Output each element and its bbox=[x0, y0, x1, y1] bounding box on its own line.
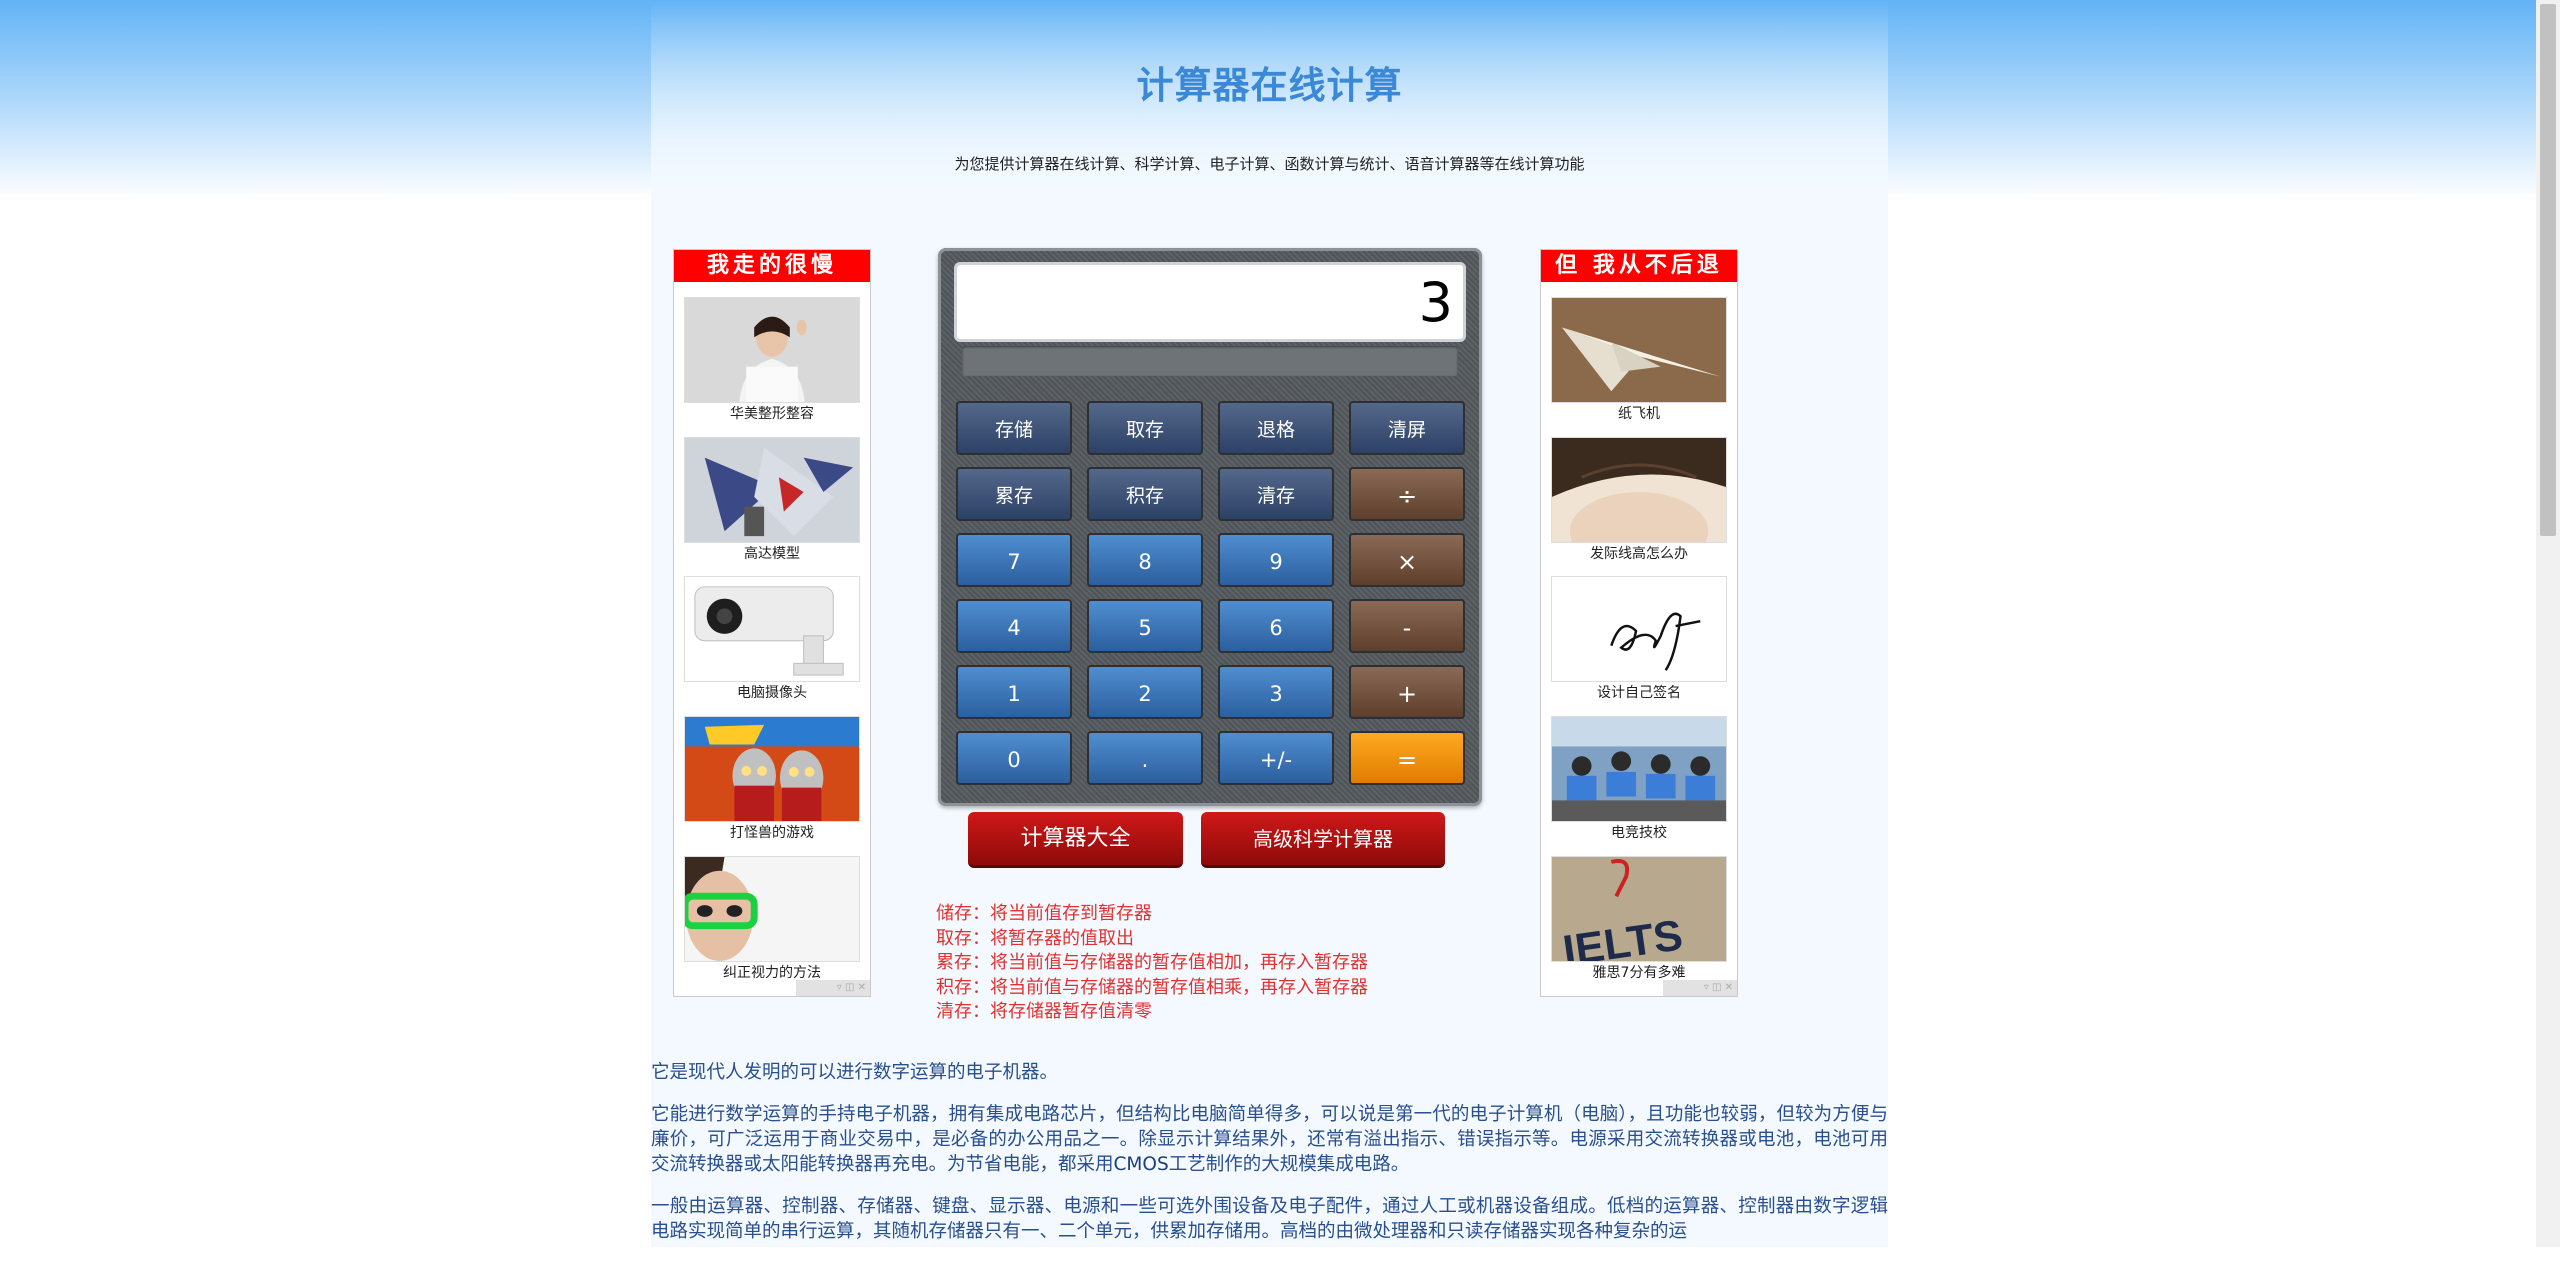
ad-image-ielts[interactable]: IELTS bbox=[1551, 856, 1727, 962]
memory-help-text: 储存：将当前值存到暂存器 取存：将暂存器的值取出 累存：将当前值与存储器的暂存值… bbox=[936, 902, 1368, 1025]
ad-image-esports-class[interactable] bbox=[1551, 716, 1727, 822]
ad-item[interactable]: 发际线高怎么办 bbox=[1551, 437, 1727, 562]
ad-item[interactable]: 设计自己签名 bbox=[1551, 576, 1727, 701]
all-calculators-button[interactable]: 计算器大全 bbox=[968, 812, 1183, 868]
ad-caption[interactable]: 雅思7分有多难 bbox=[1551, 965, 1727, 981]
minus-button[interactable]: - bbox=[1349, 599, 1465, 653]
left-ad-column: 我走的很慢 华美整形整容 高达模型 电脑摄像头 打怪兽的游戏 纠正视力的方法 ▿… bbox=[673, 249, 871, 997]
calculator: 3 存储 取存 退格 清屏 累存 积存 清存 ÷ 7 8 9 × 4 5 6 -… bbox=[938, 248, 1482, 806]
memory-indicator-bar bbox=[962, 346, 1458, 376]
page-subtitle: 为您提供计算器在线计算、科学计算、电子计算、函数计算与统计、语音计算器等在线计算… bbox=[954, 155, 1585, 173]
left-ad-title: 我走的很慢 bbox=[674, 250, 870, 282]
ad-item[interactable]: 纸飞机 bbox=[1551, 297, 1727, 422]
ad-caption[interactable]: 纸飞机 bbox=[1551, 406, 1727, 422]
toggle-sign-button[interactable]: +/- bbox=[1218, 731, 1334, 785]
digit-4-button[interactable]: 4 bbox=[956, 599, 1072, 653]
ad-image-woman[interactable] bbox=[684, 297, 860, 403]
help-line: 取存：将暂存器的值取出 bbox=[936, 927, 1134, 949]
divide-button[interactable]: ÷ bbox=[1349, 467, 1465, 521]
article-text-cmos: CMOS bbox=[1113, 1154, 1169, 1175]
backspace-button[interactable]: 退格 bbox=[1218, 401, 1334, 455]
multiply-button[interactable]: × bbox=[1349, 533, 1465, 587]
equals-button[interactable]: = bbox=[1349, 731, 1465, 785]
digit-6-button[interactable]: 6 bbox=[1218, 599, 1334, 653]
page-title: 计算器在线计算 bbox=[1136, 64, 1403, 107]
right-ad-title: 但 我从不后退 bbox=[1541, 250, 1737, 282]
ad-item[interactable]: 华美整形整容 bbox=[684, 297, 860, 422]
help-line: 清存：将存储器暂存值清零 bbox=[936, 1001, 1152, 1022]
ad-item[interactable]: 电脑摄像头 bbox=[684, 576, 860, 701]
ad-close-controls[interactable]: ▿ ◫ ✕ bbox=[796, 980, 870, 996]
ad-image-hairline[interactable] bbox=[1551, 437, 1727, 543]
help-line: 储存：将当前值存到暂存器 bbox=[936, 903, 1152, 924]
store-memory-button[interactable]: 存储 bbox=[956, 401, 1072, 455]
right-ad-column: 但 我从不后退 纸飞机 发际线高怎么办 设计自己签名 电竞技校 IELTS 雅思… bbox=[1540, 249, 1738, 997]
ad-item[interactable]: 打怪兽的游戏 bbox=[684, 716, 860, 841]
memory-clear-button[interactable]: 清存 bbox=[1218, 467, 1334, 521]
article-text: 工艺制作的大规模集成电路。 bbox=[1168, 1154, 1410, 1175]
ad-caption[interactable]: 高达模型 bbox=[684, 546, 860, 562]
ad-close-controls[interactable]: ▿ ◫ ✕ bbox=[1663, 980, 1737, 996]
digit-1-button[interactable]: 1 bbox=[956, 665, 1072, 719]
scientific-calculator-button[interactable]: 高级科学计算器 bbox=[1201, 812, 1445, 868]
ad-image-camera[interactable] bbox=[684, 576, 860, 682]
ad-caption[interactable]: 电脑摄像头 bbox=[684, 685, 860, 701]
ad-image-paper-plane[interactable] bbox=[1551, 297, 1727, 403]
ad-caption[interactable]: 打怪兽的游戏 bbox=[684, 825, 860, 841]
digit-9-button[interactable]: 9 bbox=[1218, 533, 1334, 587]
clear-screen-button[interactable]: 清屏 bbox=[1349, 401, 1465, 455]
memory-add-button[interactable]: 累存 bbox=[956, 467, 1072, 521]
digit-0-button[interactable]: 0 bbox=[956, 731, 1072, 785]
memory-multiply-button[interactable]: 积存 bbox=[1087, 467, 1203, 521]
article-body: 它是现代人发明的可以进行数字运算的电子机器。 它能进行数学运算的手持电子机器，拥… bbox=[651, 1060, 1888, 1261]
page-scrollbar[interactable] bbox=[2536, 0, 2560, 1247]
ad-item[interactable]: IELTS 雅思7分有多难 bbox=[1551, 856, 1727, 981]
recall-memory-button[interactable]: 取存 bbox=[1087, 401, 1203, 455]
ad-image-signature[interactable] bbox=[1551, 576, 1727, 682]
calculator-display: 3 bbox=[954, 262, 1466, 342]
ad-caption[interactable]: 设计自己签名 bbox=[1551, 685, 1727, 701]
scrollbar-thumb[interactable] bbox=[2540, 4, 2556, 536]
decimal-point-button[interactable]: . bbox=[1087, 731, 1203, 785]
ad-image-ultraman-game[interactable] bbox=[684, 716, 860, 822]
digit-2-button[interactable]: 2 bbox=[1087, 665, 1203, 719]
ad-image-eye-glasses[interactable] bbox=[684, 856, 860, 962]
ad-item[interactable]: 纠正视力的方法 bbox=[684, 856, 860, 981]
digit-5-button[interactable]: 5 bbox=[1087, 599, 1203, 653]
plus-button[interactable]: + bbox=[1349, 665, 1465, 719]
article-paragraph: 它是现代人发明的可以进行数字运算的电子机器。 bbox=[651, 1062, 1059, 1083]
ad-caption[interactable]: 发际线高怎么办 bbox=[1551, 546, 1727, 562]
help-line: 积存：将当前值与存储器的暂存值相乘，再存入暂存器 bbox=[936, 976, 1368, 998]
article-paragraph: 它能进行数学运算的手持电子机器，拥有集成电路芯片，但结构比电脑简单得多，可以说是… bbox=[651, 1102, 1888, 1177]
ad-caption[interactable]: 纠正视力的方法 bbox=[684, 965, 860, 981]
ad-item[interactable]: 电竞技校 bbox=[1551, 716, 1727, 841]
digit-8-button[interactable]: 8 bbox=[1087, 533, 1203, 587]
ad-caption[interactable]: 电竞技校 bbox=[1551, 825, 1727, 841]
ad-image-gundam[interactable] bbox=[684, 437, 860, 543]
help-line: 累存：将当前值与存储器的暂存值相加，再存入暂存器 bbox=[936, 952, 1368, 973]
digit-7-button[interactable]: 7 bbox=[956, 533, 1072, 587]
article-paragraph: 一般由运算器、控制器、存储器、键盘、显示器、电源和一些可选外围设备及电子配件，通… bbox=[651, 1196, 1888, 1242]
digit-3-button[interactable]: 3 bbox=[1218, 665, 1334, 719]
ad-caption[interactable]: 华美整形整容 bbox=[684, 406, 860, 422]
ad-item[interactable]: 高达模型 bbox=[684, 437, 860, 562]
